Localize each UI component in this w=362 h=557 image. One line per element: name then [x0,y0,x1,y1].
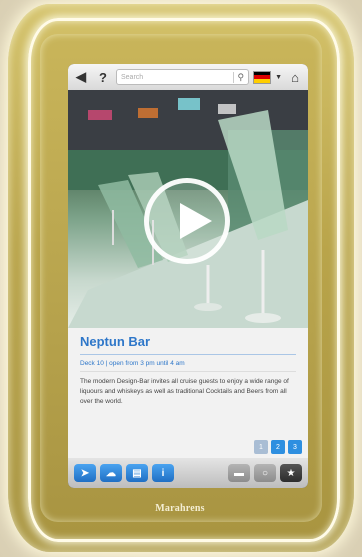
weather-icon[interactable]: ☁ [100,464,122,482]
play-video-button[interactable] [144,178,230,264]
pagination: 1 2 3 [254,440,302,454]
chevron-down-icon[interactable]: ▼ [275,74,282,81]
article-title: Neptun Bar [80,334,296,355]
top-bar: ◀ ? Search ⚲ ▼ ⌂ [68,64,308,90]
back-arrow-icon[interactable]: ◀ [72,68,90,86]
article-description: The modern Design-Bar invites all cruise… [80,378,289,405]
search-input[interactable]: Search ⚲ [116,69,250,85]
navigate-icon[interactable]: ➤ [74,464,96,482]
page-button-2[interactable]: 2 [271,440,285,454]
article-subtitle: Deck 10 | open from 3 pm until 4 am [80,360,296,372]
favorite-star-icon[interactable]: ★ [280,464,302,482]
search-icon[interactable]: ⚲ [233,71,244,83]
ship-icon[interactable]: ▬ [228,464,250,482]
language-flag-icon[interactable] [253,70,272,84]
brand-logo: Marahrens [155,503,205,514]
clock-icon[interactable]: ○ [254,464,276,482]
search-placeholder: Search [121,73,144,81]
page-button-1[interactable]: 1 [254,440,268,454]
kiosk-screen: ◀ ? Search ⚲ ▼ ⌂ Neptun Bar Deck 10 | op… [68,64,308,488]
help-button[interactable]: ? [94,68,112,86]
bar-photo [68,90,308,328]
article-content: Neptun Bar Deck 10 | open from 3 pm unti… [68,328,308,458]
page-button-3[interactable]: 3 [288,440,302,454]
info-icon[interactable]: i [152,464,174,482]
bottom-toolbar: ➤ ☁ ▤ i ▬ ○ ★ [68,458,308,488]
home-icon[interactable]: ⌂ [286,68,304,86]
document-icon[interactable]: ▤ [126,464,148,482]
